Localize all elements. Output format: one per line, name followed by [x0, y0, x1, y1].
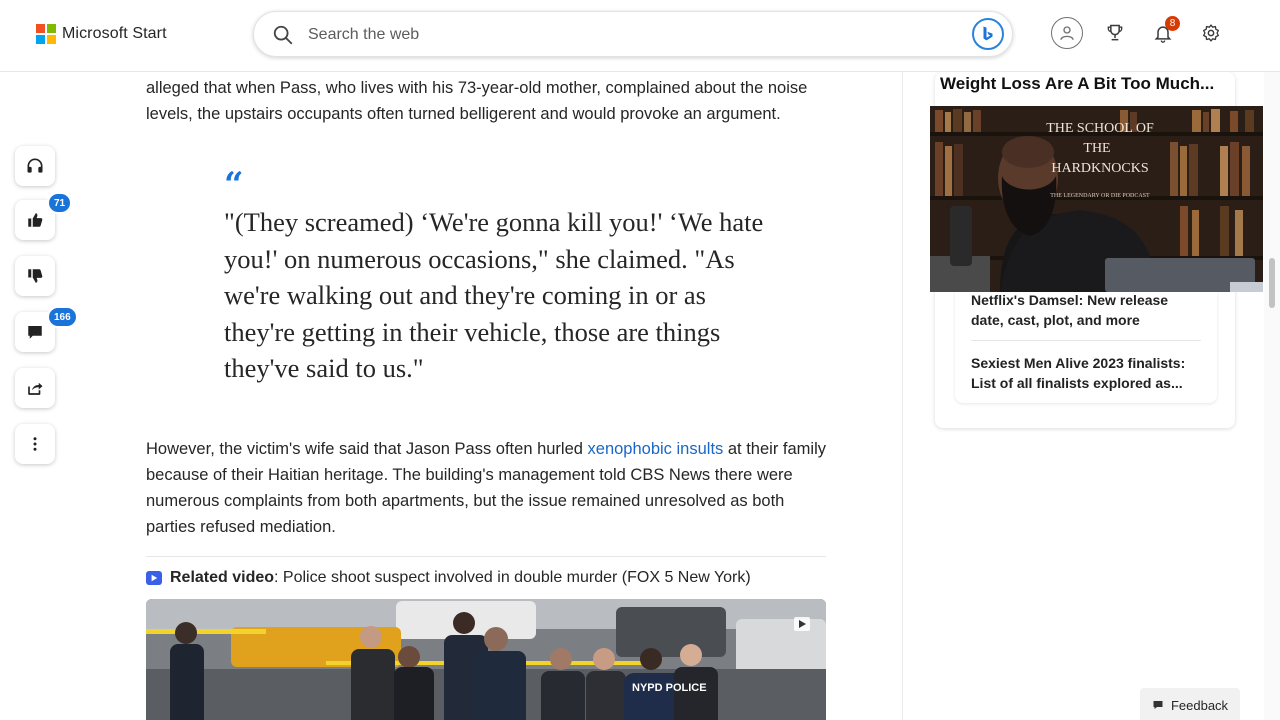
- video-player[interactable]: NYPD POLICE: [146, 599, 826, 720]
- column-divider: [902, 72, 903, 720]
- search-icon: [273, 25, 293, 45]
- top-bar: Microsoft Start Search the web 8: [0, 0, 1280, 72]
- avatar: [1051, 17, 1083, 49]
- article-paragraph: alleged that when Pass, who lives with h…: [146, 79, 808, 123]
- xenophobic-insults-link[interactable]: xenophobic insults: [588, 440, 724, 458]
- pull-quote: “ "(They screamed) ‘We're gonna kill you…: [224, 165, 764, 387]
- thumbs-up-icon: [28, 213, 43, 227]
- video-thumbnail: NYPD POLICE: [146, 599, 826, 720]
- sponsored-headline[interactable]: Weight Loss Are A Bit Too Much...: [940, 74, 1230, 94]
- rewards-button[interactable]: [1098, 16, 1132, 50]
- page-scrollbar[interactable]: [1264, 72, 1280, 720]
- related-video-label: Related video: [170, 569, 275, 586]
- thumbs-down-icon: [28, 269, 43, 283]
- search-box[interactable]: [253, 11, 1013, 57]
- headphones-icon: [27, 158, 43, 173]
- feedback-icon: [1153, 701, 1163, 709]
- notification-badge: 8: [1165, 16, 1180, 31]
- pip-subtitle: THE LEGENDARY OR DIE PODCAST: [1050, 193, 1150, 199]
- bing-chat-button[interactable]: [972, 18, 1004, 50]
- person-icon: [1060, 26, 1074, 40]
- quote-text: "(They screamed) ‘We're gonna kill you!'…: [224, 207, 764, 383]
- bing-icon: [983, 26, 993, 41]
- picture-in-picture-video[interactable]: THE SCHOOL OF THE HARDKNOCKS THE LEGENDA…: [930, 106, 1263, 292]
- brand-logo[interactable]: Microsoft Start: [36, 24, 167, 44]
- paragraph-text: However, the victim's wife said that Jas…: [146, 440, 588, 458]
- search-input[interactable]: [308, 23, 948, 47]
- more-vertical-icon: [33, 437, 37, 451]
- comment-icon: [28, 326, 42, 339]
- header-actions: 8: [1050, 16, 1228, 50]
- profile-button[interactable]: [1050, 16, 1084, 50]
- gear-icon: [1203, 24, 1219, 42]
- notifications-button[interactable]: 8: [1146, 16, 1180, 50]
- article-paragraph: However, the victim's wife said that Jas…: [146, 436, 826, 540]
- comment-count-badge: 166: [47, 306, 78, 328]
- news-divider: [971, 340, 1201, 341]
- police-jacket-text: NYPD POLICE: [632, 682, 707, 694]
- share-button[interactable]: [15, 368, 55, 408]
- microsoft-logo-icon: [36, 24, 56, 44]
- feedback-label: Feedback: [1170, 697, 1229, 713]
- like-count-badge: 71: [47, 192, 73, 214]
- news-item[interactable]: Netflix's Damsel: New release date, cast…: [971, 290, 1201, 330]
- pip-title-line-2: THE: [1083, 141, 1110, 156]
- news-list: Netflix's Damsel: New release date, cast…: [955, 292, 1217, 403]
- pip-title-line-3: HARDKNOCKS: [1051, 161, 1148, 176]
- settings-button[interactable]: [1194, 16, 1228, 50]
- related-video-heading[interactable]: Related video: Police shoot suspect invo…: [146, 556, 826, 587]
- brand-name: Microsoft Start: [62, 25, 167, 42]
- more-options-button[interactable]: [15, 424, 55, 464]
- dislike-button[interactable]: [15, 256, 55, 296]
- share-icon: [28, 382, 43, 395]
- feedback-button[interactable]: Feedback: [1140, 688, 1240, 720]
- related-video-title: : Police shoot suspect involved in doubl…: [274, 569, 751, 586]
- trophy-icon: [1107, 24, 1123, 41]
- pip-title-line-1: THE SCHOOL OF: [1046, 121, 1154, 136]
- scrollbar-thumb[interactable]: [1269, 258, 1275, 308]
- quote-mark-icon: “: [224, 165, 244, 205]
- news-item[interactable]: Sexiest Men Alive 2023 finalists: List o…: [971, 353, 1201, 393]
- video-play-icon: [146, 571, 162, 585]
- podcast-video-frame: THE SCHOOL OF THE HARDKNOCKS THE LEGENDA…: [930, 106, 1263, 292]
- listen-button[interactable]: [15, 146, 55, 186]
